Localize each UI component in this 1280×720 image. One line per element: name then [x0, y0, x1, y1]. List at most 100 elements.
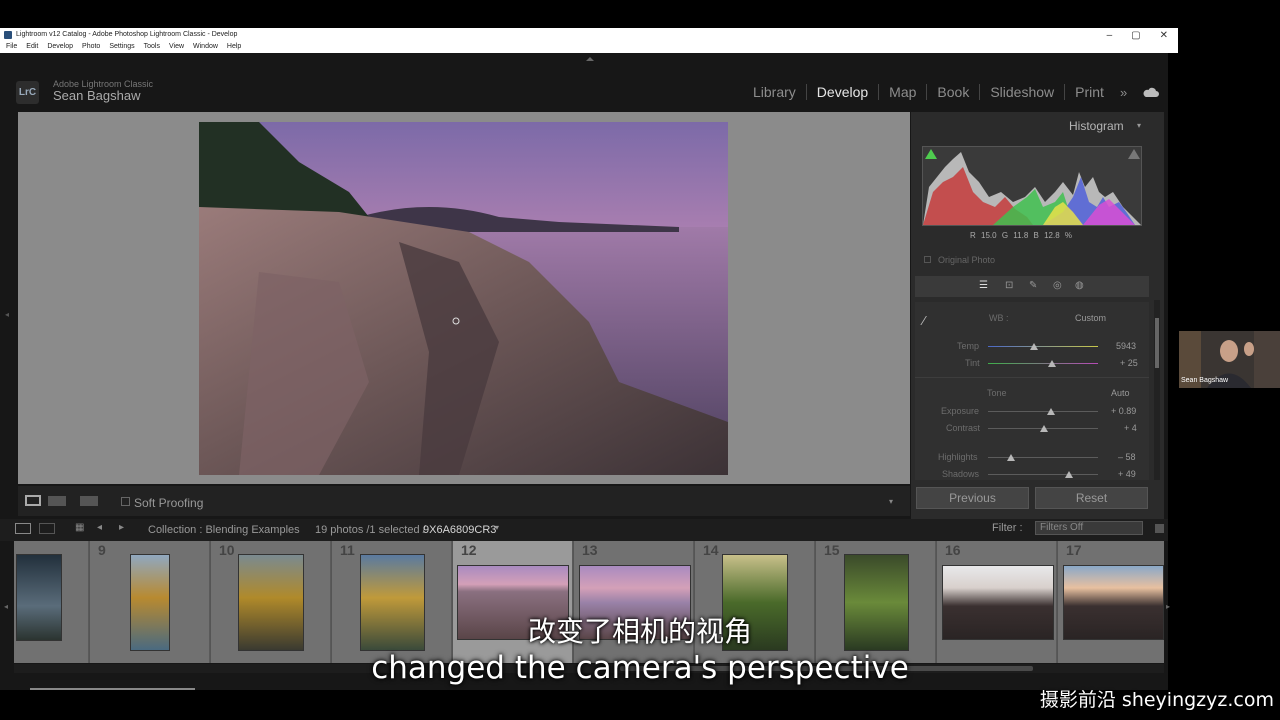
maximize-button[interactable]: ▢ — [1131, 30, 1140, 41]
lrc-logo: LrC — [16, 81, 39, 104]
exposure-slider-thumb[interactable] — [1046, 408, 1055, 415]
healing-icon[interactable]: ✎ — [1029, 280, 1037, 291]
shadows-value[interactable]: + 49 — [1118, 469, 1136, 479]
main-window-icon[interactable] — [15, 523, 31, 534]
module-book[interactable]: Book — [926, 84, 979, 100]
cell-number: 14 — [703, 542, 719, 558]
back-arrow-icon[interactable]: ◂ — [97, 522, 102, 533]
menu-file[interactable]: File — [6, 43, 17, 50]
cell-number: 10 — [219, 542, 235, 558]
filter-select[interactable]: Filters Off — [1035, 521, 1143, 535]
module-slideshow[interactable]: Slideshow — [979, 84, 1064, 100]
filename-dropdown-icon[interactable]: ▾ — [495, 523, 499, 532]
menu-tools[interactable]: Tools — [144, 43, 160, 50]
highlight-clipping-icon[interactable] — [1128, 149, 1140, 159]
webcam-name-label: Sean Bagshaw — [1181, 377, 1229, 384]
cell-number: 13 — [582, 542, 598, 558]
window-title: Lightroom v12 Catalog - Adobe Photoshop … — [16, 31, 238, 38]
more-modules-icon[interactable]: » — [1114, 85, 1133, 100]
auto-tone-button[interactable]: Auto — [1111, 388, 1130, 398]
shadows-slider[interactable] — [988, 474, 1098, 475]
menu-help[interactable]: Help — [227, 43, 241, 50]
previous-button[interactable]: Previous — [916, 487, 1029, 509]
cell-number: 17 — [1066, 542, 1082, 558]
filmstrip-source[interactable]: Collection : Blending Examples — [148, 524, 300, 536]
tint-slider-thumb[interactable] — [1047, 360, 1056, 367]
divider — [915, 377, 1149, 378]
tint-label: Tint — [965, 358, 980, 368]
subtitle-english: changed the camera's perspective — [371, 650, 909, 686]
shadow-clipping-icon[interactable] — [925, 149, 937, 159]
menu-view[interactable]: View — [169, 43, 184, 50]
original-photo-checkbox[interactable] — [924, 256, 931, 263]
filmstrip-filename[interactable]: 9X6A6809CR3 — [423, 524, 496, 536]
menu-settings[interactable]: Settings — [109, 43, 134, 50]
exposure-value[interactable]: + 0.89 — [1111, 406, 1136, 416]
tint-slider[interactable] — [988, 363, 1098, 364]
temp-slider-thumb[interactable] — [1030, 343, 1039, 350]
tone-label: Tone — [987, 388, 1007, 398]
compare-view-icon[interactable] — [80, 496, 98, 506]
wb-eyedropper-icon[interactable]: ⁄ — [923, 313, 925, 328]
highlights-label: Highlights — [938, 452, 978, 462]
highlights-slider-thumb[interactable] — [1007, 454, 1016, 461]
filter-lock-icon[interactable] — [1155, 524, 1164, 533]
crop-icon[interactable]: ⊡ — [1005, 280, 1013, 291]
before-after-icon[interactable] — [48, 496, 66, 506]
temp-value[interactable]: 5943 — [1116, 341, 1136, 351]
bottom-panel-line — [30, 688, 195, 690]
masking-icon[interactable]: ◍ — [1075, 280, 1084, 291]
second-window-icon[interactable] — [39, 523, 55, 534]
left-panel-toggle-icon[interactable]: ◂ — [5, 310, 9, 319]
subtitle-chinese: 改变了相机的视角 — [527, 615, 752, 648]
temp-slider[interactable] — [988, 346, 1098, 347]
soft-proofing-checkbox[interactable] — [121, 497, 130, 506]
menu-photo[interactable]: Photo — [82, 43, 100, 50]
exposure-label: Exposure — [941, 406, 980, 416]
main-photo[interactable] — [199, 122, 728, 475]
cell-number: 11 — [340, 542, 355, 558]
menu-window[interactable]: Window — [193, 43, 218, 50]
original-photo-label: Original Photo — [938, 255, 996, 265]
menu-develop[interactable]: Develop — [47, 43, 73, 50]
grid-view-icon[interactable]: ▦ — [75, 522, 84, 533]
cell-number: 15 — [824, 542, 840, 558]
histogram-title[interactable]: Histogram — [1069, 119, 1124, 133]
module-library[interactable]: Library — [753, 84, 806, 100]
histogram-collapse-icon[interactable]: ▾ — [1137, 121, 1141, 130]
red-eye-icon[interactable]: ◎ — [1053, 280, 1062, 291]
panel-scrollbar-thumb[interactable] — [1155, 318, 1159, 368]
module-picker: Library Develop Map Book Slideshow Print… — [753, 84, 1133, 100]
histogram-rgb-readout: R 15.0 G 11.8 B 12.8 % — [970, 231, 1073, 240]
forward-arrow-icon[interactable]: ▸ — [119, 522, 124, 533]
window-titlebar: Lightroom v12 Catalog - Adobe Photoshop … — [0, 28, 1178, 53]
contrast-value[interactable]: + 4 — [1124, 423, 1137, 433]
soft-proofing-label: Soft Proofing — [134, 496, 204, 510]
reset-button[interactable]: Reset — [1035, 487, 1148, 509]
cell-number: 12 — [461, 542, 477, 558]
top-panel-toggle-icon[interactable] — [586, 57, 594, 61]
highlights-value[interactable]: – 58 — [1118, 452, 1136, 462]
edit-sliders-icon[interactable]: ☰ — [979, 280, 988, 291]
module-map[interactable]: Map — [878, 84, 926, 100]
histogram — [922, 146, 1142, 226]
shadows-slider-thumb[interactable] — [1065, 471, 1074, 478]
exposure-slider[interactable] — [988, 411, 1098, 412]
module-print[interactable]: Print — [1064, 84, 1114, 100]
highlights-slider[interactable] — [988, 457, 1098, 458]
menu-edit[interactable]: Edit — [26, 43, 38, 50]
close-button[interactable]: ✕ — [1160, 30, 1168, 41]
menu-bar: File Edit Develop Photo Settings Tools V… — [6, 43, 241, 50]
cell-number: 9 — [98, 542, 106, 558]
module-develop[interactable]: Develop — [805, 84, 878, 100]
tint-value[interactable]: + 25 — [1120, 358, 1138, 368]
loupe-view-icon[interactable] — [25, 495, 41, 506]
wb-preset-select[interactable]: Custom — [1075, 313, 1106, 323]
cloud-sync-icon[interactable] — [1142, 86, 1160, 98]
tool-strip: ☰ ⊡ ✎ ◎ ◍ — [915, 276, 1149, 297]
toolbar-dropdown-icon[interactable]: ▾ — [889, 497, 893, 506]
contrast-slider-thumb[interactable] — [1040, 425, 1049, 432]
minimize-button[interactable]: – — [1107, 30, 1113, 41]
wb-label: WB : — [989, 313, 1009, 323]
watermark: 摄影前沿 sheyingzyz.com — [1039, 689, 1274, 711]
